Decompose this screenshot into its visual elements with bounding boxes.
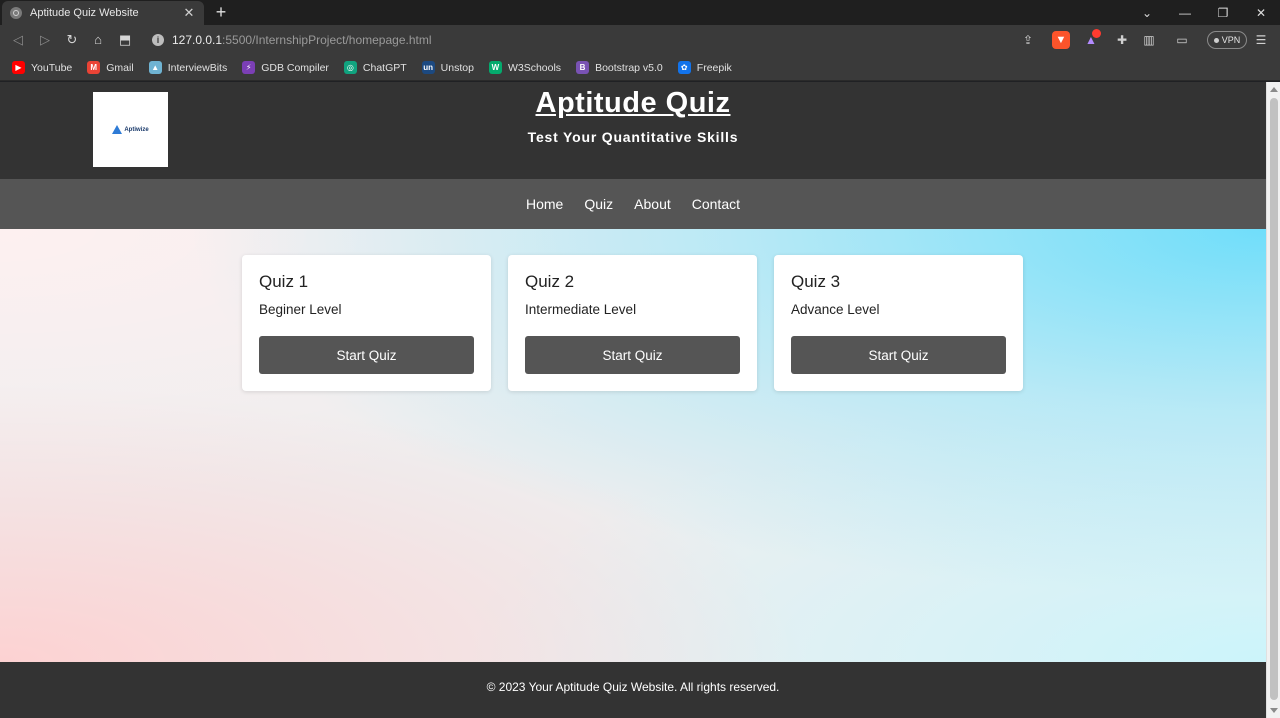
bookmarks-bar: ▶ YouTube M Gmail ▲ InterviewBits ⚡ GDB Compile…: [0, 55, 1280, 81]
quiz-card-title: Quiz 1: [259, 272, 309, 291]
url-host: 127.0.0.1: [172, 33, 223, 47]
start-quiz-3-button[interactable]: Start Quiz: [791, 336, 1006, 374]
browser-tab[interactable]: Aptitude Quiz Website ✕: [2, 1, 204, 25]
bookmark-chatgpt[interactable]: ◎ ChatGPT: [343, 61, 407, 74]
quiz-card-level: Beginer Level: [259, 302, 342, 317]
bookmark-gmail[interactable]: M Gmail: [87, 61, 134, 74]
home-icon[interactable]: ⌂: [88, 30, 108, 50]
page-title: Aptitude Quiz: [535, 87, 731, 119]
address-bar[interactable]: i 127.0.0.1:5500/InternshipProject/homep…: [146, 28, 1046, 52]
interviewbit-icon: ▲: [148, 61, 162, 74]
bookmark-icon[interactable]: ⬒: [115, 30, 135, 50]
bookmark-youtube[interactable]: ▶ YouTube: [12, 61, 72, 74]
quiz-card-list: Quiz 1 Beginer Level Start Quiz Quiz 2 I…: [242, 255, 1023, 391]
bookmark-label: InterviewBits: [167, 61, 228, 74]
quiz-card-2: Quiz 2 Intermediate Level Start Quiz: [508, 255, 757, 391]
footer-copyright: © 2023 Your Aptitude Quiz Website. All r…: [486, 680, 780, 694]
bookmark-label: W3Schools: [507, 61, 562, 74]
browser-toolbar: ◁ ▷ ↻ ⌂ ⬒ i 127.0.0.1:5500/InternshipPro…: [0, 25, 1280, 55]
brave-rewards-icon[interactable]: ▲: [1082, 29, 1101, 49]
notification-badge: [1092, 29, 1101, 38]
reload-icon[interactable]: ↻: [62, 30, 82, 50]
youtube-icon: ▶: [12, 61, 25, 74]
nav-home[interactable]: Home: [526, 196, 563, 212]
new-tab-button[interactable]: +: [210, 2, 232, 22]
bootstrap-icon: B: [576, 61, 590, 74]
url-path: :5500/InternshipProject/homepage.html: [222, 33, 432, 47]
window-close-icon[interactable]: ✕: [1242, 0, 1280, 25]
scrollbar-thumb[interactable]: [1270, 98, 1278, 700]
scroll-up-icon[interactable]: [1270, 87, 1278, 92]
bookmark-label: Freepik: [696, 61, 732, 74]
bookmark-gdb[interactable]: ⚡ GDB Compiler: [242, 61, 329, 74]
gmail-icon: M: [87, 61, 101, 74]
freepik-icon: ✿: [677, 61, 691, 74]
extensions-icon[interactable]: ✚: [1113, 31, 1131, 49]
back-icon[interactable]: ◁: [8, 30, 28, 50]
start-quiz-2-button[interactable]: Start Quiz: [525, 336, 740, 374]
quiz-card-title: Quiz 3: [791, 272, 841, 291]
page-subtitle: Test Your Quantitative Skills: [527, 129, 739, 145]
bookmark-bootstrap[interactable]: B Bootstrap v5.0: [576, 61, 663, 74]
unstop-icon: un: [421, 61, 435, 74]
site-footer: © 2023 Your Aptitude Quiz Website. All r…: [0, 662, 1266, 718]
menu-icon[interactable]: ☰: [1252, 31, 1270, 49]
vpn-button[interactable]: VPN: [1207, 31, 1247, 49]
bookmark-w3schools[interactable]: W W3Schools: [488, 61, 562, 74]
site-nav: Home Quiz About Contact: [0, 179, 1266, 229]
bookmark-interviewbit[interactable]: ▲ InterviewBits: [148, 61, 228, 74]
minimize-icon[interactable]: —: [1166, 0, 1204, 25]
quiz-card-1: Quiz 1 Beginer Level Start Quiz: [242, 255, 491, 391]
tab-search-icon[interactable]: ⌄: [1128, 0, 1166, 25]
page-viewport: Aptiwize Aptitude Quiz Test Your Quantit…: [0, 82, 1266, 718]
forward-icon[interactable]: ▷: [35, 30, 55, 50]
w3schools-icon: W: [488, 61, 502, 74]
site-info-icon[interactable]: i: [152, 34, 164, 46]
nav-quiz[interactable]: Quiz: [584, 196, 613, 212]
browser-tab-strip: Aptitude Quiz Website ✕ + ⌄ — ❐ ✕: [0, 0, 1280, 25]
bookmark-label: ChatGPT: [362, 61, 407, 74]
tab-close-icon[interactable]: ✕: [182, 5, 196, 21]
bookmark-label: Bootstrap v5.0: [595, 61, 663, 74]
bookmark-label: YouTube: [31, 61, 73, 74]
bookmark-unstop[interactable]: un Unstop: [421, 61, 474, 74]
scroll-down-icon[interactable]: [1270, 708, 1278, 713]
nav-about[interactable]: About: [634, 196, 671, 212]
quiz-card-3: Quiz 3 Advance Level Start Quiz: [774, 255, 1023, 391]
brave-shields-icon[interactable]: ▼: [1052, 31, 1070, 49]
bookmark-label: Gmail: [106, 61, 134, 74]
restore-icon[interactable]: ❐: [1204, 0, 1242, 25]
quiz-card-level: Intermediate Level: [525, 302, 637, 317]
bookmark-label: Unstop: [440, 61, 474, 74]
page-scrollbar[interactable]: [1266, 82, 1280, 718]
nav-contact[interactable]: Contact: [692, 196, 740, 212]
quiz-card-level: Advance Level: [791, 302, 880, 317]
globe-icon: [10, 7, 22, 19]
wallet-icon[interactable]: ▭: [1173, 31, 1191, 49]
start-quiz-1-button[interactable]: Start Quiz: [259, 336, 474, 374]
quiz-card-title: Quiz 2: [525, 272, 575, 291]
tab-title: Aptitude Quiz Website: [30, 7, 139, 19]
gdb-icon: ⚡: [242, 61, 256, 74]
bookmark-label: GDB Compiler: [261, 61, 329, 74]
sidebar-icon[interactable]: ▥: [1140, 31, 1158, 49]
quiz-section: Quiz 1 Beginer Level Start Quiz Quiz 2 I…: [0, 229, 1266, 662]
site-header: Aptiwize Aptitude Quiz Test Your Quantit…: [0, 82, 1266, 179]
share-icon[interactable]: ⇪: [1019, 31, 1037, 49]
chatgpt-icon: ◎: [343, 61, 357, 74]
bookmark-freepik[interactable]: ✿ Freepik: [677, 61, 732, 74]
